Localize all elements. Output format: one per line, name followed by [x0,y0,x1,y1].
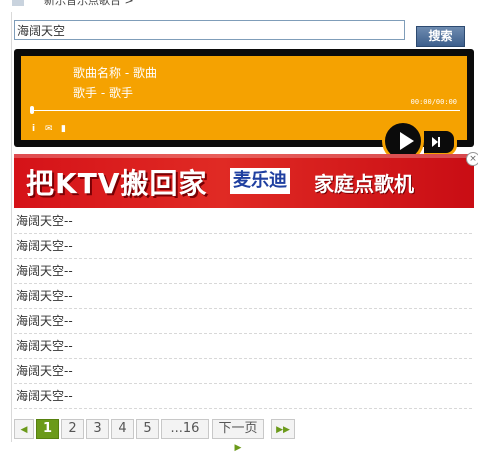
last-page-button[interactable]: ▶▶ [271,419,295,439]
page-last[interactable]: ...16 [161,419,209,439]
page-1[interactable]: 1 [36,419,59,439]
music-player: 歌曲名称 - 歌曲 歌手 - 歌手 00:00/00:00 i ✉ ▮ [14,49,474,162]
banner-close-icon[interactable]: × [466,152,478,166]
breadcrumb-bar: 新乐音乐点歌台 > [0,0,478,8]
next-track-button[interactable] [424,128,457,156]
next-page-button[interactable]: 下一页 ▶ [212,419,264,453]
list-item[interactable]: 海阔天空-- [14,259,472,284]
breadcrumb[interactable]: 新乐音乐点歌台 > [44,0,134,8]
banner-sub-text: 家庭点歌机 [314,172,414,196]
song-time: 00:00/00:00 [410,98,457,106]
search-input[interactable] [14,20,405,40]
page-2[interactable]: 2 [61,419,84,439]
search-button[interactable]: 搜索 [416,26,465,47]
volume-icon[interactable]: ▮ [61,124,66,134]
list-item[interactable]: 海阔天空-- [14,209,472,234]
song-artist: 歌手 - 歌手 [73,86,133,100]
next-page-label: 下一页 [218,421,258,436]
next-page-icon: ▶ [234,443,242,453]
last-page-icon: ▶▶ [276,425,290,435]
prev-page-icon: ◀ [20,425,28,435]
song-title: 歌曲名称 - 歌曲 [73,66,157,80]
next-icon-bar [438,137,440,147]
list-item[interactable]: 海阔天空-- [14,384,472,409]
page-3[interactable]: 3 [86,419,109,439]
page-5[interactable]: 5 [136,419,159,439]
list-item[interactable]: 海阔天空-- [14,309,472,334]
banner-main-text: 把KTV搬回家 [26,167,208,200]
progress-track[interactable] [30,110,460,111]
list-item[interactable]: 海阔天空-- [14,234,472,259]
progress-knob[interactable] [30,106,34,114]
list-item[interactable]: 海阔天空-- [14,284,472,309]
prev-page-button[interactable]: ◀ [14,419,34,439]
info-icon[interactable]: i [32,124,35,134]
banner-stripe [14,154,474,158]
list-item[interactable]: 海阔天空-- [14,334,472,359]
banner-brand-text: 麦乐迪 [230,168,290,194]
mail-icon[interactable]: ✉ [45,124,53,134]
page-4[interactable]: 4 [111,419,134,439]
ad-banner[interactable]: 把KTV搬回家 麦乐迪 家庭点歌机 [14,154,474,208]
play-icon [400,132,414,150]
list-item[interactable]: 海阔天空-- [14,359,472,384]
result-list: 海阔天空-- 海阔天空-- 海阔天空-- 海阔天空-- 海阔天空-- 海阔天空-… [14,209,472,409]
home-icon[interactable] [12,0,24,6]
